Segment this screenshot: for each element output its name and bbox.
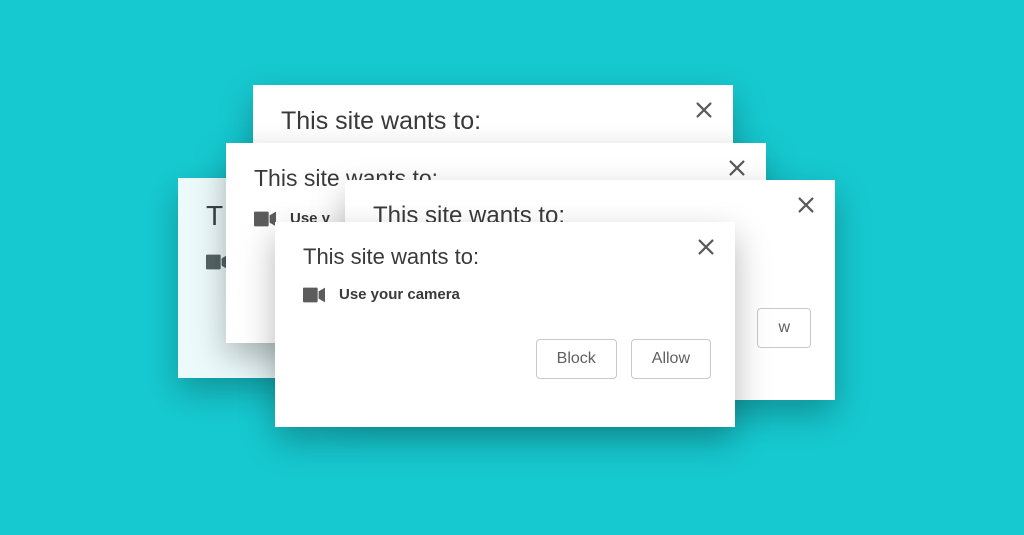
camera-icon	[206, 254, 228, 270]
allow-label: Allow	[652, 350, 690, 367]
close-icon[interactable]	[693, 99, 715, 121]
dialog-title: This site wants to:	[303, 244, 711, 270]
dialog-stack: T This site wants to: This site wants to…	[0, 0, 1024, 535]
close-icon[interactable]	[726, 157, 748, 179]
camera-icon	[303, 287, 325, 303]
close-icon[interactable]	[795, 194, 817, 216]
permission-row: Use your camera	[303, 286, 711, 303]
dialog-actions: Block Allow	[303, 339, 711, 379]
allow-button[interactable]: Allow	[631, 339, 711, 379]
camera-icon	[254, 211, 276, 227]
dialog-title: T	[206, 200, 223, 231]
close-icon[interactable]	[695, 236, 717, 258]
block-label: Block	[557, 350, 596, 367]
allow-button[interactable]: w	[757, 308, 811, 348]
permission-text: Use your camera	[339, 286, 460, 303]
permission-dialog-front: This site wants to: Use your camera Bloc…	[275, 222, 735, 427]
dialog-title: This site wants to:	[281, 107, 709, 136]
allow-label-partial: w	[778, 319, 790, 336]
block-button[interactable]: Block	[536, 339, 617, 379]
